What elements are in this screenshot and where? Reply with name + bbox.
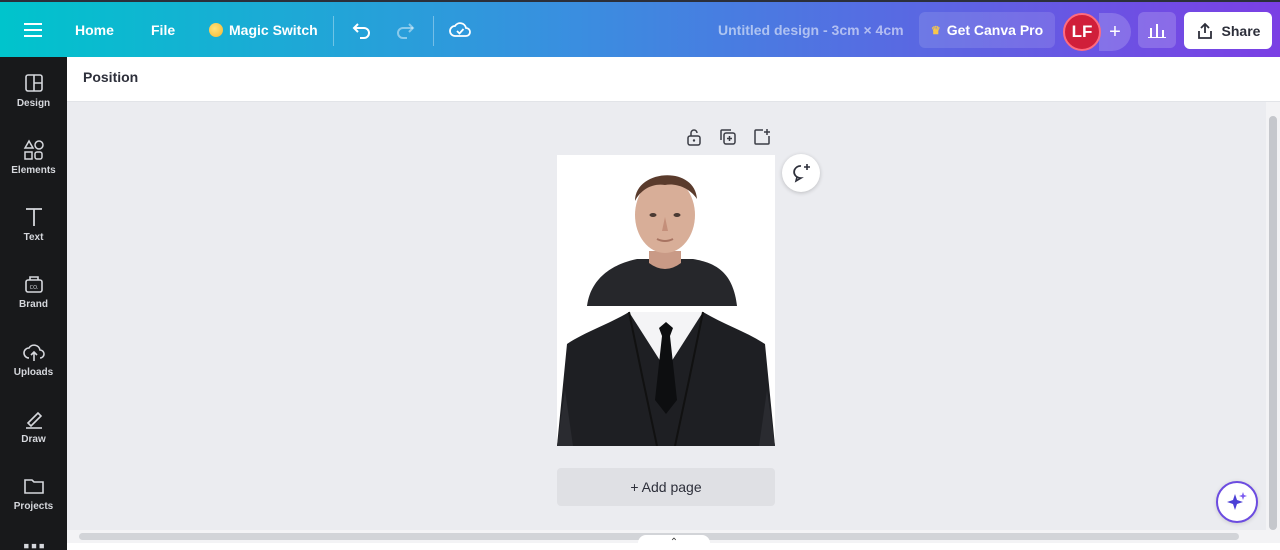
text-icon xyxy=(25,208,42,226)
chevron-up-icon: ⌃ xyxy=(669,537,679,548)
magic-switch-icon xyxy=(209,22,223,37)
share-icon xyxy=(1197,22,1212,39)
sidebar-item-design[interactable]: Design xyxy=(0,72,67,132)
unlock-icon xyxy=(687,129,701,146)
context-toolbar: Position xyxy=(67,57,1280,102)
insights-button[interactable] xyxy=(1138,12,1176,48)
expand-pages-button[interactable]: ⌃ xyxy=(638,535,710,550)
cloud-check-icon xyxy=(449,21,471,37)
side-rail: Design Elements Text CO. Brand Uploads D… xyxy=(0,57,67,550)
sidebar-item-projects[interactable]: Projects xyxy=(0,475,67,535)
home-button[interactable]: Home xyxy=(75,2,114,57)
redo-icon xyxy=(397,22,415,39)
design-page[interactable] xyxy=(557,155,775,446)
duplicate-page-button[interactable] xyxy=(718,127,738,147)
undo-button[interactable] xyxy=(352,2,372,57)
invite-button[interactable]: + xyxy=(1099,13,1131,51)
layout-icon xyxy=(24,74,43,92)
position-button[interactable]: Position xyxy=(83,69,138,85)
suit-photo[interactable] xyxy=(557,310,775,446)
magic-switch-label: Magic Switch xyxy=(229,21,318,38)
divider xyxy=(433,16,434,46)
duplicate-icon xyxy=(720,129,736,145)
sidebar-more-button[interactable] xyxy=(0,540,67,550)
pen-icon xyxy=(25,411,42,429)
add-page-icon xyxy=(754,129,770,145)
file-button[interactable]: File xyxy=(151,2,175,57)
sidebar-item-label: Elements xyxy=(11,165,56,176)
document-title[interactable]: Untitled design - 3cm × 4cm xyxy=(718,2,904,57)
divider xyxy=(333,16,334,46)
sidebar-item-uploads[interactable]: Uploads xyxy=(0,341,67,401)
upload-cloud-icon xyxy=(22,344,45,361)
vertical-scrollbar-thumb[interactable] xyxy=(1269,116,1277,530)
get-canva-pro-button[interactable]: ♛ Get Canva Pro xyxy=(919,12,1055,48)
sidebar-item-label: Projects xyxy=(13,501,54,512)
lock-page-button[interactable] xyxy=(684,127,704,147)
bar-chart-icon xyxy=(1148,24,1166,38)
get-pro-label: Get Canva Pro xyxy=(946,22,1044,38)
magic-switch-button[interactable]: Magic Switch xyxy=(209,2,318,57)
share-label: Share xyxy=(1221,22,1261,39)
folder-icon xyxy=(23,479,44,494)
add-comment-button[interactable] xyxy=(782,154,820,192)
portrait-photo[interactable] xyxy=(557,155,775,310)
avatar[interactable]: LF xyxy=(1063,13,1101,51)
vertical-scrollbar[interactable] xyxy=(1266,102,1280,530)
sparkle-icon xyxy=(1227,492,1247,510)
more-dots-icon xyxy=(23,543,44,549)
plus-icon: + xyxy=(1109,20,1121,43)
hamburger-icon xyxy=(24,22,42,37)
undo-icon xyxy=(352,22,370,39)
share-button[interactable]: Share xyxy=(1184,12,1272,49)
magic-assistant-button[interactable] xyxy=(1216,481,1258,523)
sidebar-item-elements[interactable]: Elements xyxy=(0,139,67,199)
brand-icon: CO. xyxy=(24,276,43,293)
menu-button[interactable] xyxy=(24,2,42,57)
top-bar: Home File Magic Switch Untitled design -… xyxy=(0,0,1280,57)
shapes-icon xyxy=(23,139,44,160)
add-page-icon-button[interactable] xyxy=(752,127,772,147)
sidebar-item-label: Text xyxy=(23,232,44,243)
sidebar-item-label: Design xyxy=(16,98,51,109)
add-page-button[interactable]: + Add page xyxy=(557,468,775,506)
svg-text:CO.: CO. xyxy=(29,285,38,291)
crown-icon: ♛ xyxy=(930,24,941,37)
sidebar-item-label: Uploads xyxy=(13,367,54,378)
sidebar-item-label: Brand xyxy=(19,299,48,310)
page-tools xyxy=(684,127,772,147)
sidebar-item-text[interactable]: Text xyxy=(0,206,67,266)
sidebar-item-label: Draw xyxy=(21,434,46,445)
save-status-button[interactable] xyxy=(449,2,471,57)
comment-add-icon xyxy=(793,164,810,183)
redo-button[interactable] xyxy=(395,2,415,57)
sidebar-item-draw[interactable]: Draw xyxy=(0,408,67,468)
sidebar-item-brand[interactable]: CO. Brand xyxy=(0,273,67,333)
